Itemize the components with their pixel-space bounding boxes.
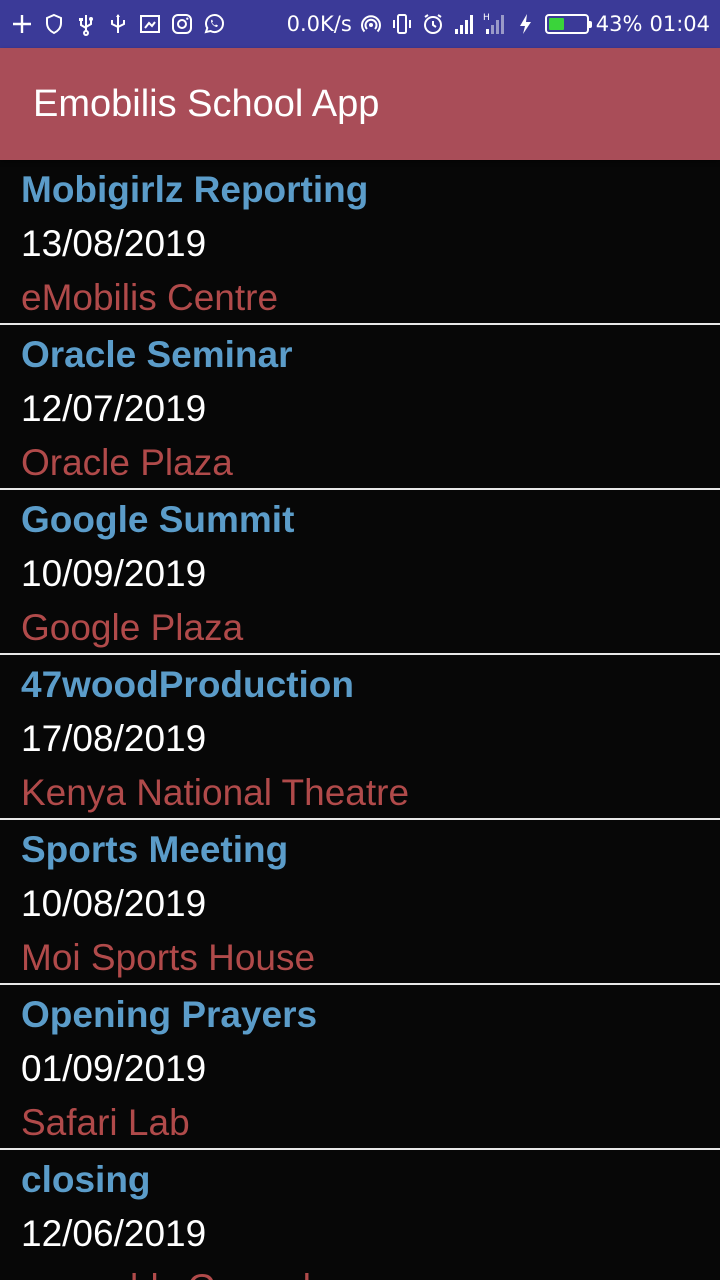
clock: 01:04 xyxy=(649,12,710,36)
event-venue: Oracle Plaza xyxy=(21,442,233,483)
event-title: Mobigirlz Reporting xyxy=(21,169,369,210)
event-title: Sports Meeting xyxy=(21,829,289,870)
screenshot-icon xyxy=(138,12,162,36)
event-date: 17/08/2019 xyxy=(21,718,207,759)
battery-fill xyxy=(548,18,565,30)
system-status: 0.0K/s H 43% 01:04 xyxy=(287,0,710,48)
event-list-item[interactable]: closing 12/06/2019 assembly Ground xyxy=(0,1150,720,1280)
event-title: Google Summit xyxy=(21,499,295,540)
vibrate-icon xyxy=(390,12,414,36)
hotspot-icon xyxy=(359,12,383,36)
event-venue: eMobilis Centre xyxy=(21,277,279,318)
app-title: Emobilis School App xyxy=(33,83,380,125)
event-list-item[interactable]: 47woodProduction 17/08/2019 Kenya Nation… xyxy=(0,655,720,820)
instagram-icon xyxy=(170,12,194,36)
event-list-item[interactable]: Google Summit 10/09/2019 Google Plaza xyxy=(0,490,720,655)
battery-icon xyxy=(544,14,592,34)
alarm-icon xyxy=(421,12,445,36)
shield-icon xyxy=(42,12,66,36)
usb-alt-icon xyxy=(106,12,130,36)
event-title: Oracle Seminar xyxy=(21,334,293,375)
event-venue: Kenya National Theatre xyxy=(21,772,410,813)
event-list-item[interactable]: Sports Meeting 10/08/2019 Moi Sports Hou… xyxy=(0,820,720,985)
event-date: 12/06/2019 xyxy=(21,1213,207,1254)
battery-percent: 43% xyxy=(595,12,643,36)
event-venue: assembly Ground xyxy=(21,1266,311,1280)
usb-icon xyxy=(74,12,98,36)
event-date: 10/09/2019 xyxy=(21,553,207,594)
signal-h-icon: H xyxy=(483,12,507,36)
event-title: closing xyxy=(21,1159,151,1200)
event-list-item[interactable]: Mobigirlz Reporting 13/08/2019 eMobilis … xyxy=(0,160,720,325)
net-speed: 0.0K/s xyxy=(286,12,352,36)
event-date: 13/08/2019 xyxy=(21,223,207,264)
notification-icons xyxy=(10,0,226,48)
plus-icon xyxy=(10,12,34,36)
event-venue: Moi Sports House xyxy=(21,937,316,978)
event-venue: Safari Lab xyxy=(21,1102,190,1143)
signal-icon xyxy=(452,12,476,36)
event-list[interactable]: Mobigirlz Reporting 13/08/2019 eMobilis … xyxy=(0,160,720,1280)
event-title: 47woodProduction xyxy=(21,664,354,705)
event-title: Opening Prayers xyxy=(21,994,318,1035)
event-date: 12/07/2019 xyxy=(21,388,207,429)
app-bar: Emobilis School App xyxy=(0,48,720,160)
charging-icon xyxy=(514,12,538,36)
svg-text:H: H xyxy=(483,13,490,23)
event-venue: Google Plaza xyxy=(21,607,244,648)
event-date: 10/08/2019 xyxy=(21,883,207,924)
event-list-item[interactable]: Opening Prayers 01/09/2019 Safari Lab xyxy=(0,985,720,1150)
event-date: 01/09/2019 xyxy=(21,1048,207,1089)
status-bar: 0.0K/s H 43% 01:04 xyxy=(0,0,720,48)
whatsapp-icon xyxy=(202,12,226,36)
event-list-item[interactable]: Oracle Seminar 12/07/2019 Oracle Plaza xyxy=(0,325,720,490)
